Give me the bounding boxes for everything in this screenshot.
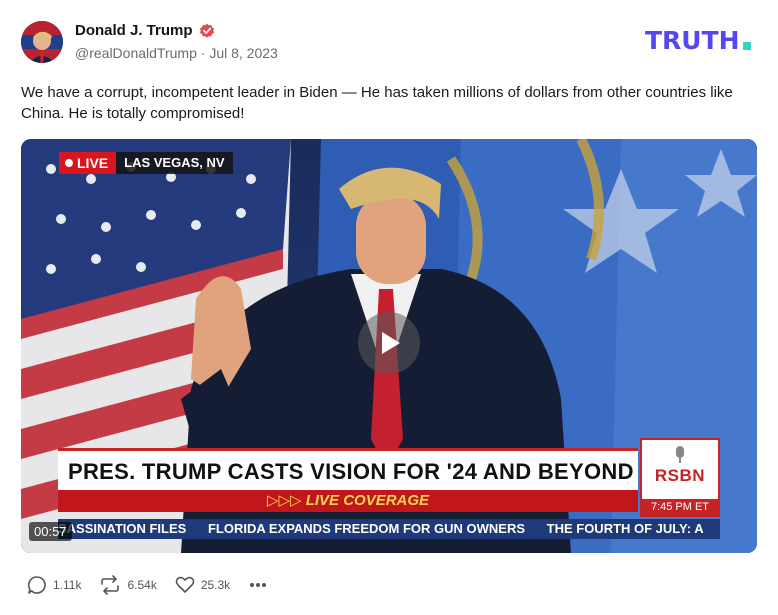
more-dots-icon: [250, 583, 267, 587]
avatar-image: [21, 21, 63, 63]
truth-logo-text: TRUTH: [645, 26, 740, 54]
author-display-name[interactable]: Donald J. Trump: [75, 22, 193, 39]
ticker-item: THE FOURTH OF JULY: A: [546, 521, 704, 536]
play-button[interactable]: [358, 312, 420, 374]
microphone-icon: [676, 446, 684, 463]
heart-icon: [175, 576, 195, 593]
post-date[interactable]: Jul 8, 2023: [209, 45, 278, 61]
news-ticker: SASSINATION FILES FLORIDA EXPANDS FREEDO…: [58, 519, 720, 539]
lower-third: PRES. TRUMP CASTS VISION FOR '24 AND BEY…: [58, 448, 638, 512]
action-bar: 1.11k 6.54k 25.3k: [27, 574, 286, 596]
author-handle[interactable]: @realDonaldTrump: [75, 45, 197, 61]
network-name: RSBN: [654, 466, 706, 485]
comment-icon: [27, 576, 46, 594]
verified-badge-icon: [199, 23, 215, 39]
like-count: 25.3k: [200, 578, 231, 592]
ticker-item: FLORIDA EXPANDS FREEDOM FOR GUN OWNERS: [207, 521, 526, 536]
author-meta: @realDonaldTrump · Jul 8, 2023: [75, 45, 278, 61]
network-logo: RSBN 7:45 PM ET: [640, 438, 720, 517]
location-label: LAS VEGAS, NV: [116, 152, 233, 174]
post-text: We have a corrupt, incompetent leader in…: [21, 84, 733, 122]
ticker-item: SASSINATION FILES: [58, 521, 187, 536]
video-player[interactable]: LIVE LAS VEGAS, NV PRES. TRUMP CASTS VIS…: [21, 139, 757, 553]
play-icon: [382, 332, 400, 354]
truth-post: Donald J. Trump @realDonaldTrump · Jul 8…: [0, 0, 778, 615]
reply-count: 1.11k: [53, 578, 82, 592]
video-subline: ▷▷▷ LIVE COVERAGE: [58, 490, 638, 512]
network-time: 7:45 PM ET: [642, 499, 718, 515]
reply-button[interactable]: 1.11k: [27, 575, 81, 595]
more-options-button[interactable]: [248, 575, 268, 595]
video-duration: 00:57: [29, 522, 72, 541]
retruth-count: 6.54k: [127, 578, 157, 592]
retruth-button[interactable]: 6.54k: [99, 575, 157, 595]
video-headline: PRES. TRUMP CASTS VISION FOR '24 AND BEY…: [58, 448, 638, 490]
live-badge: LIVE LAS VEGAS, NV: [59, 152, 233, 174]
retruth-icon: [101, 575, 120, 595]
live-label: LIVE: [59, 152, 117, 174]
avatar[interactable]: [21, 21, 63, 63]
like-button[interactable]: 25.3k: [175, 575, 230, 595]
truth-logo[interactable]: TRUTH: [645, 26, 757, 54]
meta-separator: ·: [200, 45, 206, 61]
truth-logo-dot: [743, 42, 751, 50]
author-name-row[interactable]: Donald J. Trump: [75, 22, 215, 39]
